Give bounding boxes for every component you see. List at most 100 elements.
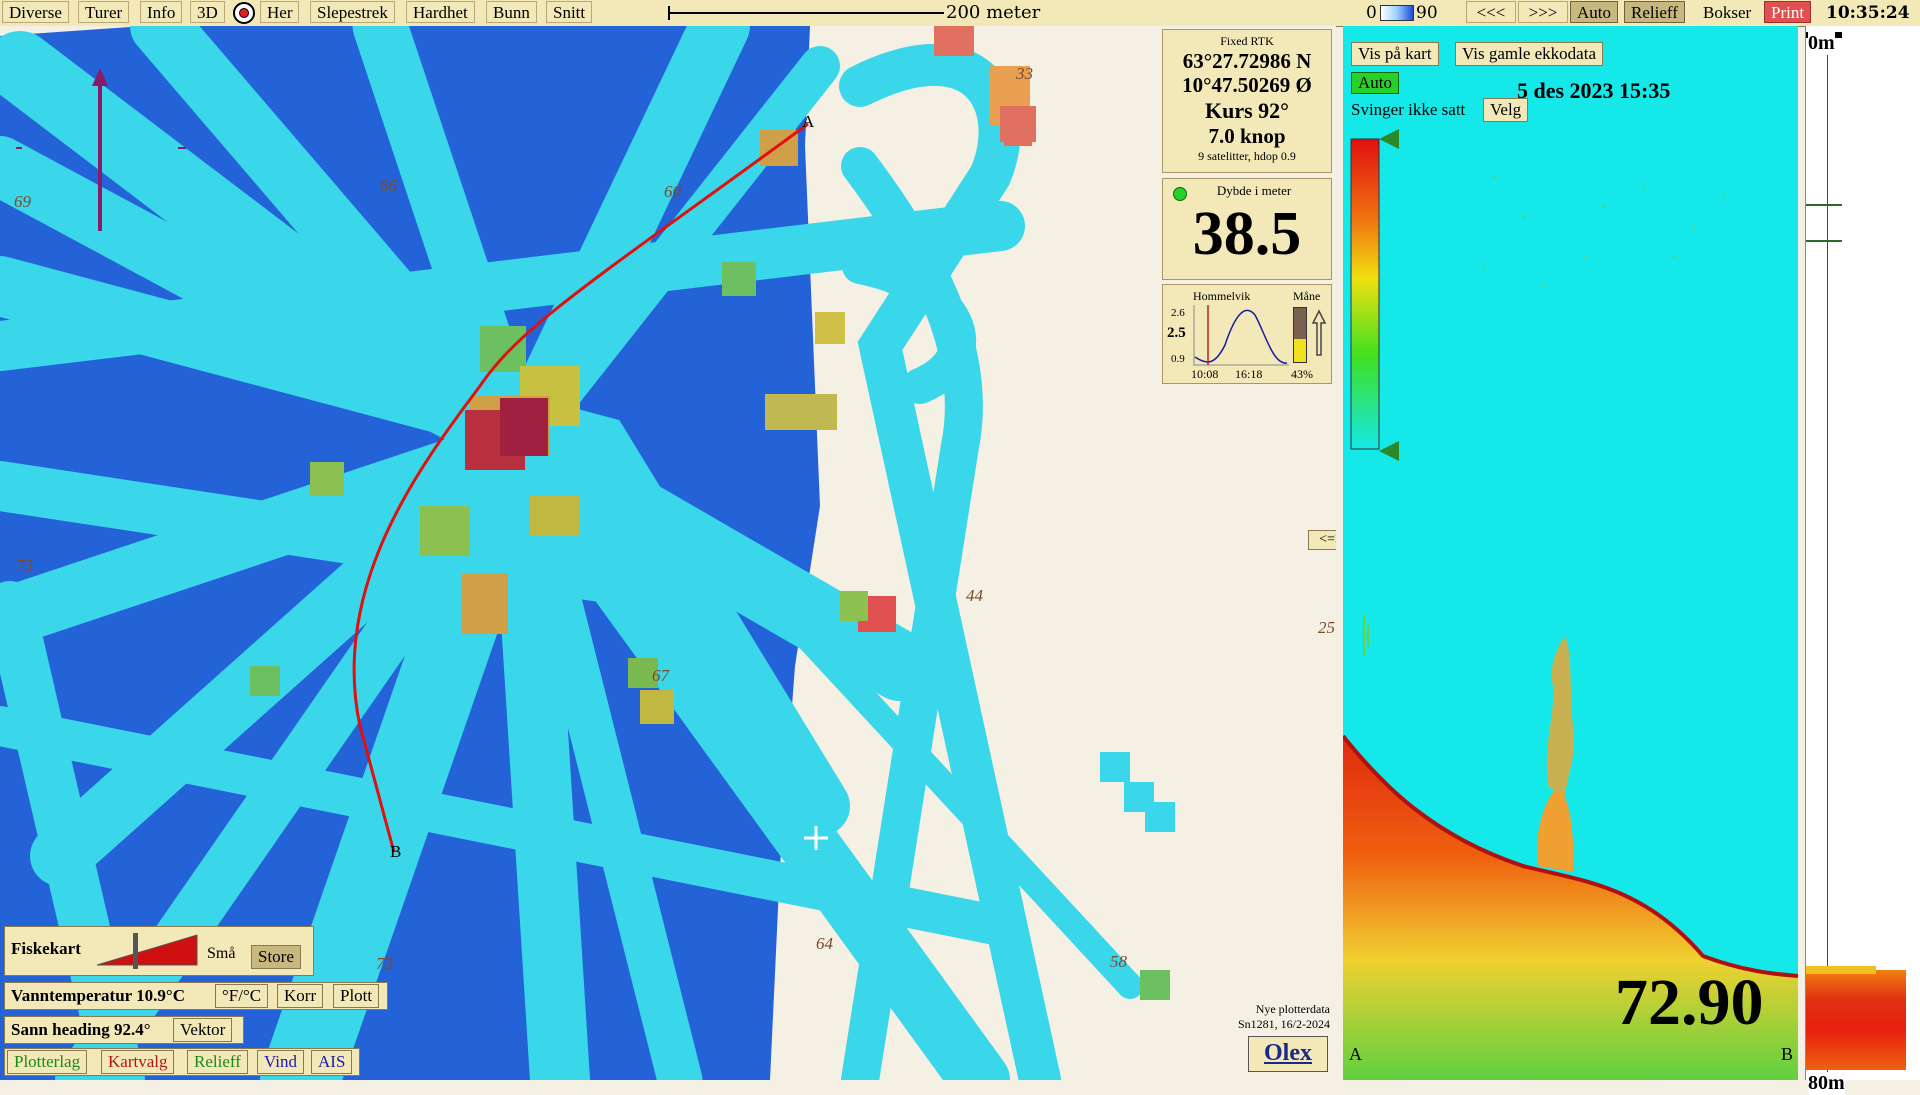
tide-curve [1193, 305, 1289, 366]
scale-bar-label: 200 meter [944, 2, 1043, 24]
vektor-button[interactable]: Vektor [173, 1018, 233, 1042]
seabed-histogram-top [1806, 966, 1876, 974]
gps-latitude: 63°27.72986 N [1182, 49, 1312, 73]
moon-bar-fill [1294, 338, 1306, 362]
water-temp: Vanntemperatur 10.9°C [11, 986, 185, 1005]
tab-relieff[interactable]: Relieff [187, 1050, 248, 1074]
depth-scale-column[interactable]: 0m 80m [1805, 26, 1920, 1095]
menu-her[interactable]: Her [260, 1, 300, 23]
depth-scale-track [1806, 32, 1828, 1072]
vis-gamle-ekkodata-button[interactable]: Vis gamle ekkodata [1455, 42, 1603, 66]
tide-time-2: 16:18 [1235, 367, 1263, 381]
tide-max: 2.6 [1171, 307, 1185, 319]
tide-time-1: 10:08 [1191, 367, 1219, 381]
water-temp-row: Vanntemperatur 10.9°C °F/°C Korr Plott [4, 982, 388, 1010]
depth-status-icon [1173, 187, 1187, 201]
moon-arrow-icon [1311, 309, 1327, 356]
sma-label[interactable]: Små [207, 945, 235, 963]
color-scale-bar [1350, 138, 1380, 450]
depth-label: 60 [664, 182, 681, 201]
depth-label: 33 [1016, 64, 1033, 83]
range-min: 0 [1366, 3, 1377, 23]
menu-info[interactable]: Info [140, 1, 183, 23]
transducer-status: Svinger ikke satt [1351, 100, 1466, 119]
echo-date: 5 des 2023 15:35 [1517, 78, 1671, 103]
seabed-histogram [1806, 970, 1906, 1070]
map-view[interactable]: 69 66 60 33 73 44 25 67 73 64 58 A B Nye… [0, 26, 1336, 1080]
echo-auto-button[interactable]: Auto [1351, 72, 1399, 94]
layer-tabs: Plotterlag Kartvalg Relieff Vind AIS [4, 1048, 360, 1076]
scale-top-label: 0m [1808, 32, 1835, 55]
seabed-bump [1537, 786, 1574, 872]
echo-sounder-view[interactable]: Vis på kart Vis gamle ekkodata Auto 5 de… [1343, 26, 1798, 1080]
heading-row: Sann heading 92.4° Vektor [4, 1016, 244, 1044]
plotter-note-line2: Sn1281, 16/2-2024 [1237, 1017, 1330, 1031]
plankton-dots [1363, 176, 1725, 656]
speed: 7.0 knop [1208, 124, 1286, 148]
plotter-note-line1: Nye plotterdata [1255, 1002, 1330, 1016]
tab-kartvalg[interactable]: Kartvalg [101, 1050, 175, 1074]
depth-scale-marker [1806, 240, 1842, 242]
echo-corner-b: B [1781, 1044, 1794, 1064]
scale-bottom-label: 80m [1808, 1072, 1845, 1095]
plott-button[interactable]: Plott [333, 984, 380, 1008]
tab-plotterlag[interactable]: Plotterlag [7, 1050, 88, 1074]
vis-pa-kart-button[interactable]: Vis på kart [1351, 42, 1439, 66]
tide-place: Hommelvik [1193, 289, 1251, 303]
bokser-button[interactable]: Bokser [1696, 1, 1759, 23]
korr-button[interactable]: Korr [277, 984, 324, 1008]
moon-bar [1293, 307, 1307, 363]
menu-hardhet[interactable]: Hardhet [406, 1, 475, 23]
menu-diverse[interactable]: Diverse [2, 1, 69, 23]
depth-label: 64 [816, 934, 833, 953]
echo-depth-readout: 72.90 [1615, 966, 1764, 1039]
top-menu-bar: Diverse Turer Info 3D Her Slepestrek Har… [0, 0, 1920, 27]
moon-label: Måne [1293, 289, 1321, 303]
store-button[interactable]: Store [251, 945, 301, 969]
depth-label: 73 [376, 954, 393, 973]
auto-button[interactable]: Auto [1570, 1, 1618, 23]
fish-plume [1546, 636, 1574, 796]
tide-panel: Hommelvik Måne 2.6 2.5 0.9 10:08 16:18 4… [1162, 284, 1332, 384]
gps-panel: Fixed RTK 63°27.72986 N 10°47.50269 Ø Ku… [1162, 29, 1332, 173]
next-button[interactable]: >>> [1518, 1, 1568, 23]
depth-scale-marker [1806, 204, 1842, 206]
scale-bar-tick-left [668, 6, 670, 20]
prev-button[interactable]: <<< [1466, 1, 1516, 23]
olex-logo[interactable]: Olex [1248, 1036, 1328, 1072]
units-toggle-button[interactable]: °F/°C [215, 984, 269, 1008]
target-icon[interactable] [233, 2, 255, 24]
true-heading: Sann heading 92.4° [11, 1020, 151, 1039]
velg-button[interactable]: Velg [1483, 98, 1529, 122]
menu-slepestrek[interactable]: Slepestrek [310, 1, 395, 23]
menu-snitt[interactable]: Snitt [546, 1, 593, 23]
fiskekart-label: Fiskekart [11, 939, 81, 958]
tab-ais[interactable]: AIS [311, 1050, 353, 1074]
swap-panels-button[interactable]: <=> [1308, 530, 1336, 550]
color-scale-top-handle [1379, 129, 1399, 149]
menu-bunn[interactable]: Bunn [486, 1, 537, 23]
echogram [1343, 129, 1798, 1080]
depth-label: 67 [652, 666, 669, 685]
course: Kurs 92° [1205, 98, 1289, 123]
waypoint-b-label: B [390, 842, 402, 861]
moon-percent: 43% [1291, 367, 1313, 381]
plotter-note: Nye plotterdata Sn1281, 16/2-2024 [1222, 1002, 1330, 1032]
gps-longitude: 10°47.50269 Ø [1182, 73, 1312, 97]
depth-panel: Dybde i meter 38.5 [1162, 178, 1332, 280]
depth-label: Dybde i meter [1216, 183, 1292, 198]
relieff-button[interactable]: Relieff [1624, 1, 1685, 23]
echo-corner-a: A [1349, 1044, 1362, 1064]
color-scale-bottom-handle [1379, 441, 1399, 461]
range-max: 90 [1416, 3, 1438, 23]
depth-value: 38.5 [1192, 200, 1302, 268]
satellite-info: 9 satelitter, hdop 0.9 [1198, 149, 1296, 163]
print-button[interactable]: Print [1764, 1, 1812, 23]
menu-turer[interactable]: Turer [78, 1, 130, 23]
tide-current: 2.5 [1167, 325, 1186, 341]
depth-label: 73 [16, 556, 33, 575]
depth-range-gradient[interactable] [1380, 5, 1414, 21]
tab-vind[interactable]: Vind [257, 1050, 304, 1074]
menu-3d[interactable]: 3D [190, 1, 225, 23]
fish-size-slider[interactable] [93, 933, 203, 969]
